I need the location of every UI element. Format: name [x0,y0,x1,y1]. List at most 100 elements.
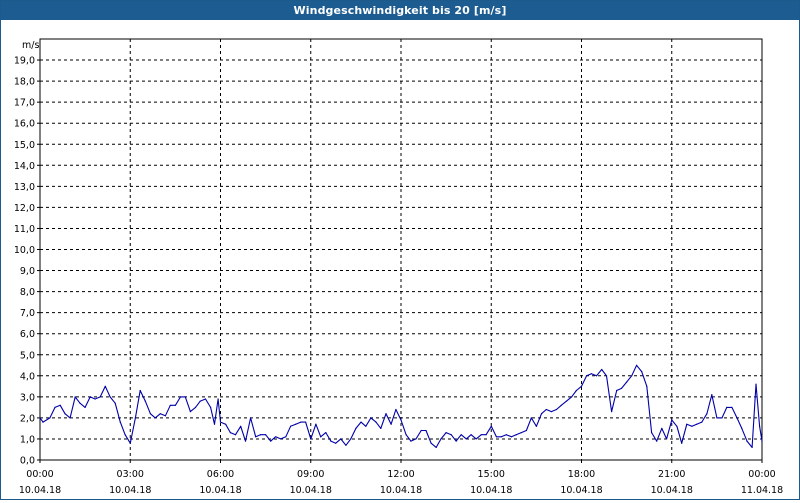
data-point [255,436,257,438]
chart-area: 0,0 1,0 2,0 3,0 4,0 5,0 6,0 7,0 8,0 9,0 10,0 11,0 12… [1,21,799,499]
data-point [415,438,417,440]
x-tick-date-label: 10.04.18 [109,485,151,496]
data-point [736,417,738,419]
data-point [575,389,578,392]
x-tick-time-label: 03:00 [117,469,144,480]
data-point [520,432,522,434]
x-tick-date-label: 10.04.18 [290,485,332,496]
data-point [174,404,176,406]
y-tick-label: 16,0 [14,119,35,130]
grid [40,39,762,460]
data-point [440,438,442,440]
data-point [410,440,412,442]
data-point [345,444,347,446]
axes: 0,0 1,0 2,0 3,0 4,0 5,0 6,0 7,0 8,0 9,0 10,0 11,0 12… [14,56,783,496]
data-point [149,413,151,415]
data-point [530,417,532,419]
data-point [375,421,377,423]
data-point [656,440,658,442]
data-point [616,389,618,392]
data-point [676,425,678,427]
y-tick-label: 4,0 [20,371,35,382]
data-point [741,427,743,429]
y-tick-label: 18,0 [14,77,35,88]
data-point [681,442,683,444]
y-axis-unit-label: m/s [22,40,39,51]
x-tick-date-label: 10.04.18 [19,485,61,496]
data-point [285,436,287,438]
data-point [134,417,136,419]
x-tick-time-label: 12:00 [387,469,414,480]
data-point [535,425,538,427]
y-tick-label: 17,0 [14,98,35,109]
data-point [99,396,101,398]
x-tick-date-label: 10.04.18 [199,485,241,496]
wind-speed-chart: 0,0 1,0 2,0 3,0 4,0 5,0 6,0 7,0 8,0 9,0 10,0 11,0 12… [14,38,783,496]
data-point [435,446,437,448]
data-point [631,375,633,377]
data-point [455,440,457,442]
y-tick-label: 5,0 [20,350,35,361]
data-point [671,419,673,421]
data-point [179,396,182,398]
data-point [250,417,252,419]
data-point [280,438,282,440]
data-point [54,406,56,408]
y-tick-label: 3,0 [20,392,35,403]
x-tick-time-label: 21:00 [658,469,685,480]
data-point [234,434,237,436]
chart-window: Windgeschwindigkeit bis 20 [m/s] 0,0 1,0 2… [0,0,800,500]
data-point [560,404,562,406]
x-tick-time-label: 00:00 [748,469,775,480]
data-point [500,436,502,438]
x-tick-time-label: 15:00 [478,469,505,480]
data-point [686,423,688,425]
y-tick-label: 14,0 [14,161,35,172]
data-point [265,434,267,436]
data-point [716,417,718,419]
y-tick-label: 1,0 [20,434,35,445]
data-point [124,434,126,436]
data-point [300,421,302,423]
data-point [666,438,668,440]
data-point [696,423,698,425]
data-point [370,417,372,419]
x-tick-date-label: 10.04.18 [651,485,693,496]
data-point [144,400,146,402]
data-point [475,438,477,440]
data-point [601,368,603,371]
data-point [79,402,81,404]
data-point [385,413,387,415]
data-point [325,432,327,434]
data-point [555,408,558,411]
data-point [731,406,733,408]
data-point [84,406,86,408]
data-point [746,440,748,442]
data-point [74,396,76,398]
data-point [420,429,422,432]
data-point [505,434,507,436]
data-point [641,371,643,373]
data-point [335,442,337,444]
data-point [571,396,573,398]
data-point [636,364,638,366]
data-point [49,417,51,419]
y-tick-label: 13,0 [14,182,35,193]
data-point [310,438,312,440]
data-point [691,425,693,427]
data-point [295,423,297,425]
data-point [139,389,141,392]
data-point [217,398,219,400]
data-point [611,411,613,413]
y-tick-label: 7,0 [20,308,35,319]
data-point [39,417,41,419]
data-point [661,427,663,429]
x-tick-date-label: 10.04.18 [380,485,422,496]
data-point [510,436,512,438]
data-point [129,442,131,444]
data-point [515,434,517,436]
data-point [109,396,111,398]
data-point [726,406,728,408]
data-point [320,436,322,438]
data-point [330,440,332,442]
